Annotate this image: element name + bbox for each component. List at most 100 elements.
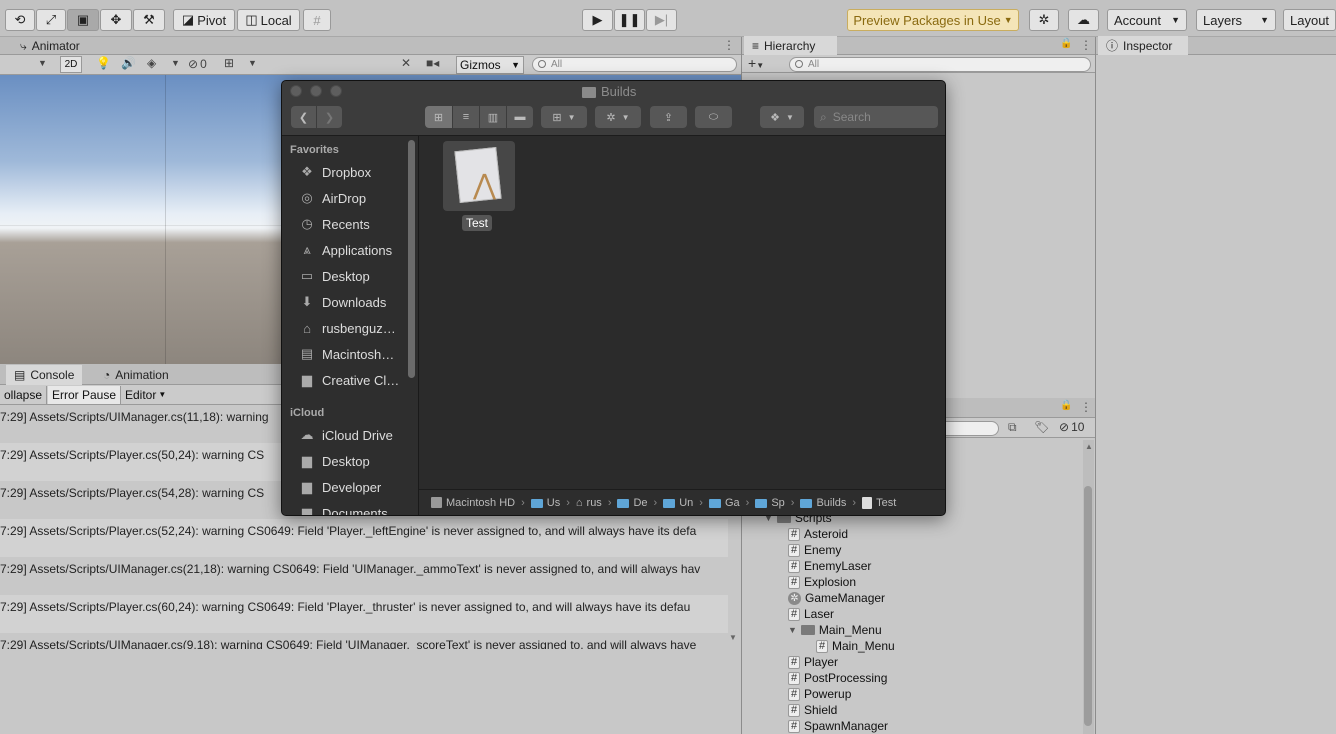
- lock-icon[interactable]: 🔒: [1060, 38, 1072, 49]
- column-view-button[interactable]: ▥: [480, 106, 506, 128]
- account-dropdown[interactable]: Account ▼: [1107, 9, 1187, 31]
- sidebar-item[interactable]: ▭ Desktop: [298, 265, 370, 287]
- preview-packages-button[interactable]: Preview Packages in Use ▼: [847, 9, 1019, 31]
- step-button[interactable]: ▶|: [646, 9, 677, 31]
- project-item[interactable]: # Shield: [788, 702, 837, 718]
- project-item[interactable]: ✲ GameManager: [788, 590, 885, 606]
- project-item[interactable]: # Main_Menu: [816, 638, 895, 654]
- tab-animation[interactable]: ◔ Animation: [95, 365, 177, 385]
- lighting-icon[interactable]: 💡: [96, 56, 111, 70]
- gallery-view-button[interactable]: ▬: [507, 106, 533, 128]
- console-scroll-arrow-icon[interactable]: ▼: [729, 633, 737, 642]
- zoom-window-button[interactable]: [330, 85, 342, 97]
- sidebar-item[interactable]: ▆ Developer: [298, 476, 381, 498]
- effects-icon[interactable]: ◈: [147, 56, 156, 70]
- path-segment[interactable]: Test: [862, 496, 896, 509]
- tab-console[interactable]: ▤ Console: [6, 365, 83, 385]
- scroll-up-icon[interactable]: ▲: [1085, 442, 1093, 451]
- pivot-button[interactable]: ◪ Pivot: [173, 9, 235, 31]
- project-item[interactable]: # SpawnManager: [788, 718, 888, 734]
- expand-arrow-icon[interactable]: ▼: [788, 625, 797, 635]
- local-button[interactable]: ◫ Local: [237, 9, 300, 31]
- console-row[interactable]: 7:29] Assets/Scripts/Player.cs(60,24): w…: [0, 595, 728, 633]
- project-item[interactable]: # PostProcessing: [788, 670, 887, 686]
- path-segment[interactable]: Sp: [755, 497, 785, 509]
- rotate-tool-button[interactable]: ⟲: [5, 9, 35, 31]
- project-item[interactable]: # Explosion: [788, 574, 856, 590]
- editor-dropdown[interactable]: Editor ▼: [121, 386, 170, 404]
- path-segment[interactable]: Builds: [800, 497, 846, 509]
- label-tag-icon[interactable]: 🏷: [1034, 420, 1049, 434]
- scale-tool-button[interactable]: ⤢: [36, 9, 66, 31]
- action-dropdown[interactable]: ✲ ▼: [595, 106, 641, 128]
- pause-button[interactable]: ❚❚: [614, 9, 645, 31]
- sidebar-item[interactable]: ⌂ rusbenguz…: [298, 317, 396, 339]
- path-segment[interactable]: Us: [530, 497, 560, 509]
- error-pause-button[interactable]: Error Pause: [48, 386, 122, 404]
- transform-tool-button[interactable]: ✥: [100, 9, 132, 31]
- scene-menu-icon[interactable]: ⋮: [723, 38, 735, 52]
- minimize-window-button[interactable]: [310, 85, 322, 97]
- sidebar-item[interactable]: ❖ Dropbox: [298, 161, 371, 183]
- dropbox-dropdown[interactable]: ❖ ▼: [760, 106, 804, 128]
- sidebar-item[interactable]: ☁ iCloud Drive: [298, 424, 393, 446]
- sidebar-item[interactable]: ▆ Creative Cl…: [298, 369, 399, 391]
- project-item[interactable]: # Laser: [788, 606, 834, 622]
- path-segment[interactable]: De: [617, 497, 648, 509]
- tab-hierarchy[interactable]: ≡ Hierarchy: [744, 36, 837, 55]
- back-button[interactable]: ❮: [291, 106, 316, 128]
- project-scrollbar[interactable]: ▲: [1083, 440, 1094, 734]
- scene-search-input[interactable]: All: [532, 57, 737, 72]
- filter-type-icon[interactable]: ⧉: [1008, 420, 1017, 435]
- shading-dropdown[interactable]: ▼: [38, 58, 47, 68]
- project-item[interactable]: # EnemyLaser: [788, 558, 871, 574]
- sidebar-item[interactable]: ◷ Recents: [298, 213, 369, 235]
- icon-view-button[interactable]: ⊞: [425, 106, 452, 128]
- group-dropdown[interactable]: ⊞ ▼: [541, 106, 587, 128]
- tab-inspector[interactable]: ⓘ Inspector: [1098, 36, 1188, 55]
- scrollbar-thumb[interactable]: [1084, 486, 1092, 726]
- console-row[interactable]: 7:29] Assets/Scripts/UIManager.cs(9,18):…: [0, 633, 728, 649]
- path-segment[interactable]: ⌂ rus: [576, 497, 602, 509]
- project-item[interactable]: # Asteroid: [788, 526, 848, 542]
- sidebar-item[interactable]: ▤ Macintosh…: [298, 343, 394, 365]
- project-item[interactable]: ▼ Main_Menu: [788, 622, 882, 638]
- sidebar-item[interactable]: ▆ Documents: [298, 502, 388, 515]
- mode-2d-button[interactable]: 2D: [60, 56, 82, 73]
- sidebar-item[interactable]: ⬇ Downloads: [298, 291, 387, 313]
- effects-dropdown[interactable]: ▼: [171, 58, 180, 68]
- close-window-button[interactable]: [290, 85, 302, 97]
- grid-snap-button[interactable]: #: [303, 9, 331, 31]
- layers-dropdown[interactable]: Layers ▼: [1196, 9, 1276, 31]
- custom-tool-button[interactable]: ⚒: [133, 9, 165, 31]
- finder-search-input[interactable]: ⌕ Search: [814, 106, 938, 128]
- project-item[interactable]: # Powerup: [788, 686, 851, 702]
- sidebar-scrollbar[interactable]: [408, 140, 415, 378]
- play-button[interactable]: ▶: [582, 9, 613, 31]
- path-segment[interactable]: Ga: [708, 497, 740, 509]
- project-menu-icon[interactable]: ⋮: [1080, 400, 1092, 414]
- tags-button[interactable]: ⬭: [695, 106, 732, 128]
- grid-icon[interactable]: ⊞: [224, 56, 234, 70]
- hierarchy-menu-icon[interactable]: ⋮: [1080, 38, 1092, 52]
- tools-icon[interactable]: ✕: [401, 56, 411, 70]
- audio-icon[interactable]: 🔊: [121, 56, 136, 70]
- project-item[interactable]: # Player: [788, 654, 838, 670]
- cloud-button[interactable]: ☁: [1068, 9, 1099, 31]
- file-item-test[interactable]: ⋀ Test: [443, 141, 515, 231]
- rect-tool-button[interactable]: ▣: [67, 9, 99, 31]
- forward-button[interactable]: ❯: [317, 106, 342, 128]
- console-row[interactable]: 7:29] Assets/Scripts/Player.cs(52,24): w…: [0, 519, 728, 557]
- collab-button[interactable]: ✲: [1029, 9, 1059, 31]
- lock-icon[interactable]: 🔒: [1060, 400, 1072, 411]
- collapse-button[interactable]: ollapse: [0, 386, 48, 404]
- camera-icon[interactable]: ■◂: [426, 56, 439, 70]
- share-button[interactable]: ⇪: [650, 106, 687, 128]
- console-row[interactable]: 7:29] Assets/Scripts/UIManager.cs(21,18)…: [0, 557, 728, 595]
- path-segment[interactable]: Macintosh HD: [431, 497, 515, 509]
- layout-dropdown[interactable]: Layout: [1283, 9, 1336, 31]
- sidebar-item[interactable]: ⩓ Applications: [298, 239, 392, 261]
- hidden-packages-toggle[interactable]: ⊘ 10: [1059, 420, 1084, 434]
- list-view-button[interactable]: ≡: [453, 106, 479, 128]
- create-dropdown[interactable]: +▼: [748, 55, 764, 71]
